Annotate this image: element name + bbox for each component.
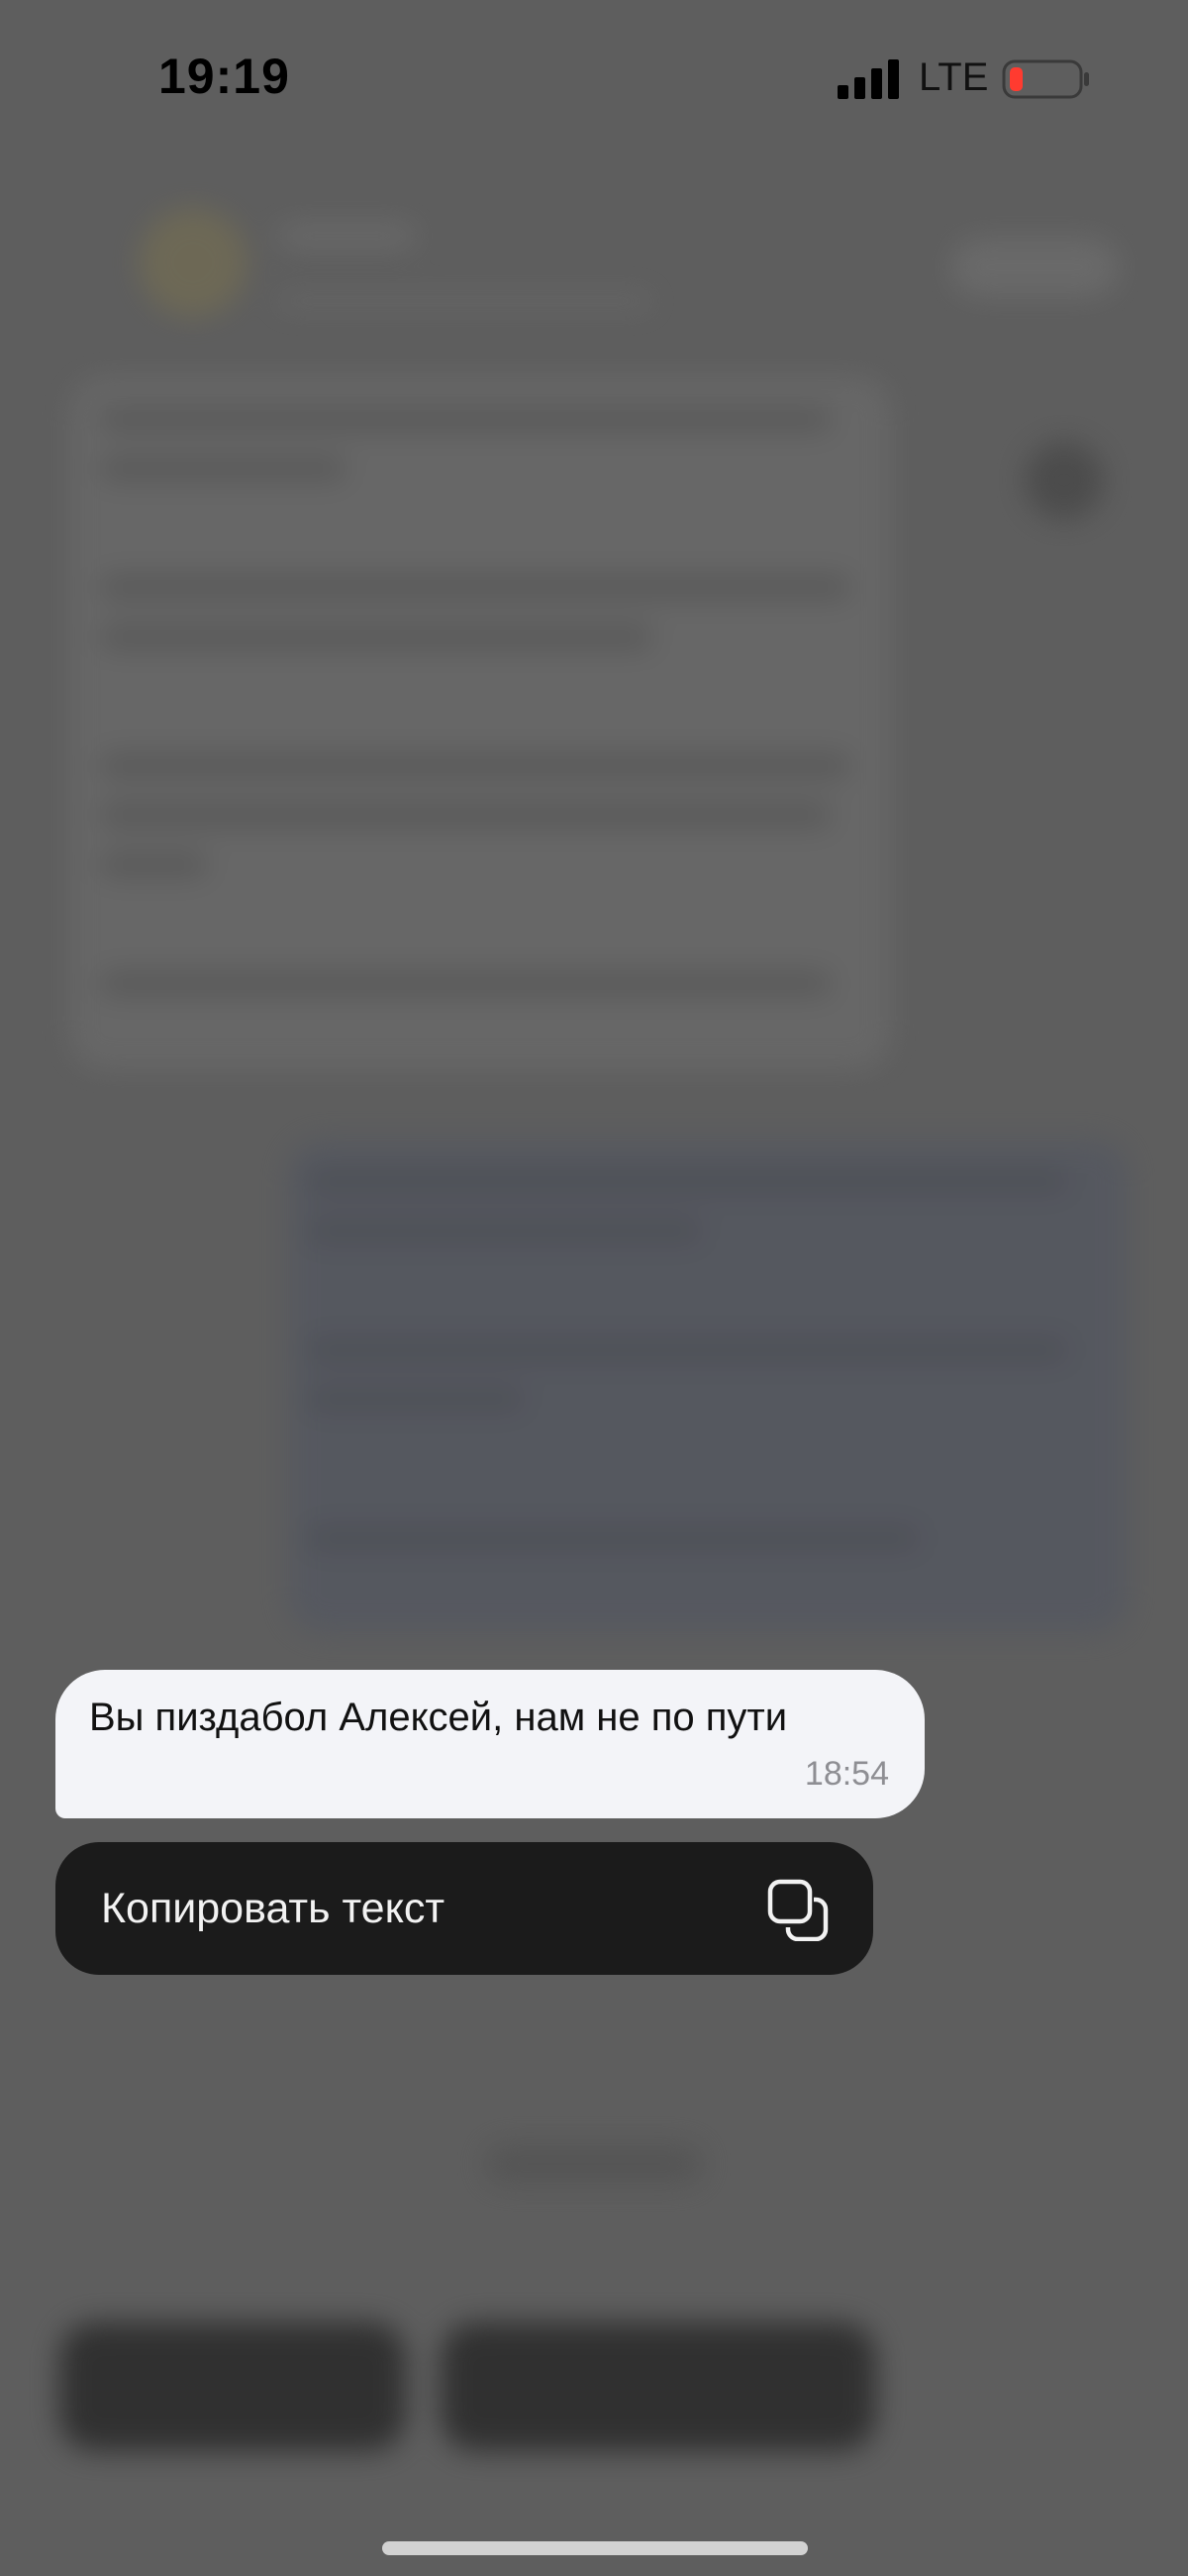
blurred-line	[307, 1169, 1069, 1194]
blurred-action-button-right	[441, 2322, 876, 2451]
blurred-line	[99, 456, 346, 481]
blurred-line	[307, 1218, 703, 1244]
blurred-action-button-left	[59, 2322, 406, 2451]
home-indicator[interactable]	[382, 2541, 808, 2555]
blurred-scroll-button	[1025, 441, 1104, 520]
blurred-line	[307, 1525, 921, 1551]
signal-icon	[838, 59, 899, 99]
status-bar: 19:19 LTE	[0, 0, 1188, 158]
blurred-line	[99, 406, 832, 432]
blurred-header-button	[950, 238, 1119, 297]
blurred-outgoing-message	[287, 1139, 1129, 1634]
blurred-line	[307, 1387, 525, 1412]
blurred-incoming-message	[69, 376, 891, 1070]
battery-icon	[1002, 59, 1089, 99]
copy-icon	[767, 1879, 829, 1941]
blurred-line	[99, 971, 832, 996]
blurred-line	[99, 753, 851, 778]
blurred-chat-background	[0, 0, 1188, 2576]
blurred-header-name	[277, 223, 416, 249]
blurred-line	[99, 802, 832, 828]
status-time: 19:19	[158, 49, 290, 104]
message-bubble[interactable]: Вы пиздабол Алексей, нам не по пути 18:5…	[55, 1670, 925, 1818]
copy-text-label: Копировать текст	[101, 1885, 446, 1932]
message-time: 18:54	[804, 1755, 889, 1793]
blurred-avatar	[139, 208, 248, 317]
blurred-line	[99, 852, 208, 877]
network-type: LTE	[919, 55, 989, 99]
blurred-line	[99, 574, 851, 600]
blurred-line	[99, 624, 653, 650]
blurred-center-label	[485, 2144, 703, 2184]
message-text: Вы пиздабол Алексей, нам не по пути	[89, 1696, 788, 1739]
blurred-line	[307, 1337, 1069, 1363]
copy-text-menu-item[interactable]: Копировать текст	[55, 1842, 873, 1975]
blurred-header-subtitle	[277, 292, 653, 310]
